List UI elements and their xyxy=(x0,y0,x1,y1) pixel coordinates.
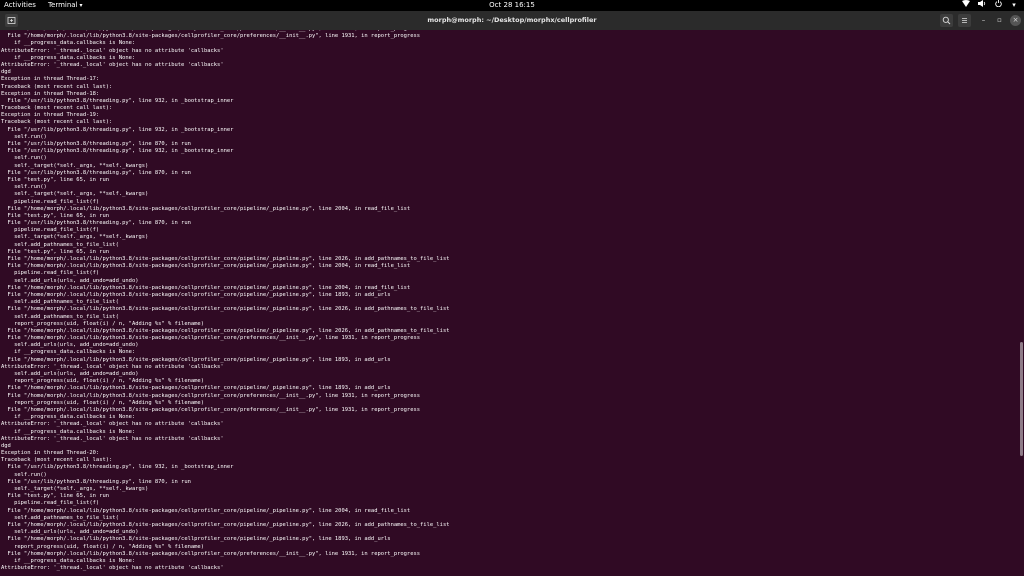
terminal-line: File "test.py", line 65, in run xyxy=(1,493,110,500)
menu-arrow-icon: ▾ xyxy=(1012,1,1016,9)
terminal-line: AttributeError: '_thread._local' object … xyxy=(1,61,224,68)
terminal-line: File "/usr/lib/python3.8/threading.py", … xyxy=(1,126,234,133)
top-bar: Activities Terminal ▾ Oct 28 16:15 ▾ xyxy=(0,0,1024,11)
terminal-line: File "/home/morph/.local/lib/python3.8/s… xyxy=(1,306,450,313)
system-tray[interactable]: ▾ xyxy=(962,0,1018,11)
terminal-line: File "/home/morph/.local/lib/python3.8/s… xyxy=(1,392,421,399)
terminal-line: if __progress_data.callbacks is None: xyxy=(1,349,136,356)
terminal-line: pipeline.read_file_list(f) xyxy=(1,198,100,205)
maximize-button[interactable]: ▫ xyxy=(994,15,1005,26)
terminal-line: dgd xyxy=(1,442,11,449)
terminal-line: self.add_pathnames_to_file_list( xyxy=(1,514,119,521)
terminal-line: report_progress(uid, float(i) / n, "Addi… xyxy=(1,543,204,550)
terminal-line: File "test.py", line 65, in run xyxy=(1,248,110,255)
terminal-output[interactable]: File "/home/morph/.local/lib/python3.8/s… xyxy=(0,30,1019,576)
terminal-line: File "/usr/lib/python3.8/threading.py", … xyxy=(1,464,234,471)
terminal-line: self.run() xyxy=(1,184,47,191)
terminal-line: Exception in thread Thread-18: xyxy=(1,90,100,97)
terminal-line: report_progress(uid, float(i) / n, "Addi… xyxy=(1,378,204,385)
clock[interactable]: Oct 28 16:15 xyxy=(489,1,535,9)
terminal-line: File "/home/morph/.local/lib/python3.8/s… xyxy=(1,507,411,514)
power-icon xyxy=(994,0,1002,11)
terminal-line: self._target(*self._args, **self._kwargs… xyxy=(1,162,149,169)
volume-icon xyxy=(978,0,986,11)
terminal-line: Exception in thread Thread-19: xyxy=(1,112,100,119)
terminal-line: File "/usr/lib/python3.8/threading.py", … xyxy=(1,169,191,176)
maximize-icon: ▫ xyxy=(997,16,1002,24)
search-button[interactable] xyxy=(940,14,953,27)
terminal-line: File "test.py", line 65, in run xyxy=(1,176,110,183)
menu-button[interactable] xyxy=(958,14,971,27)
terminal-line: self.run() xyxy=(1,471,47,478)
terminal-line: Traceback (most recent call last): xyxy=(1,119,113,126)
terminal-line: self.add_pathnames_to_file_list( xyxy=(1,241,119,248)
terminal-line: File "/home/morph/.local/lib/python3.8/s… xyxy=(1,550,421,557)
terminal-line: pipeline.read_file_list(f) xyxy=(1,227,100,234)
search-icon xyxy=(942,16,951,25)
terminal-line: report_progress(uid, float(i) / n, "Addi… xyxy=(1,399,204,406)
terminal-line: File "/usr/lib/python3.8/threading.py", … xyxy=(1,148,234,155)
window-title: morph@morph: ~/Desktop/morphx/cellprofil… xyxy=(427,16,597,24)
scrollbar[interactable] xyxy=(1019,30,1024,576)
terminal-line: File "/home/morph/.local/lib/python3.8/s… xyxy=(1,291,391,298)
terminal-line: File "/home/morph/.local/lib/python3.8/s… xyxy=(1,327,450,334)
terminal-line: File "/home/morph/.local/lib/python3.8/s… xyxy=(1,385,391,392)
terminal-line: self.add_urls(urls, add_undo=add_undo) xyxy=(1,342,139,349)
terminal-line: File "/usr/lib/python3.8/threading.py", … xyxy=(1,220,191,227)
terminal-line: self.add_urls(urls, add_undo=add_undo) xyxy=(1,371,139,377)
terminal-line: if __progress_data.callbacks is None: xyxy=(1,428,136,435)
terminal-line: self._target(*self._args, **self._kwargs… xyxy=(1,234,149,241)
minimize-button[interactable]: – xyxy=(978,15,989,26)
hamburger-menu-icon xyxy=(962,18,967,23)
network-icon xyxy=(962,0,970,11)
terminal-line: AttributeError: '_thread._local' object … xyxy=(1,565,224,572)
terminal-line: self.run() xyxy=(1,155,47,162)
terminal-line: if __progress_data.callbacks is None: xyxy=(1,557,136,564)
terminal-line: pipeline.read_file_list(f) xyxy=(1,500,100,507)
terminal-line: pipeline.read_file_list(f) xyxy=(1,270,100,277)
terminal-line: File "/home/morph/.local/lib/python3.8/s… xyxy=(1,263,411,270)
terminal-line: self.add_urls(urls, add_undo=add_undo) xyxy=(1,529,139,536)
terminal-line: if __progress_data.callbacks is None: xyxy=(1,40,136,47)
terminal-line: self._target(*self._args, **self._kwargs… xyxy=(1,191,149,198)
terminal-line: Traceback (most recent call last): xyxy=(1,83,113,90)
terminal-line: File "/usr/lib/python3.8/threading.py", … xyxy=(1,141,191,147)
terminal-line: dgd xyxy=(1,69,11,76)
terminal-line: File "/home/morph/.local/lib/python3.8/s… xyxy=(1,521,450,528)
terminal-line: self._target(*self._args, **self._kwargs… xyxy=(1,486,149,492)
terminal-line: Traceback (most recent call last): xyxy=(1,105,113,112)
terminal-line: AttributeError: '_thread._local' object … xyxy=(1,435,224,442)
terminal-line: File "/home/morph/.local/lib/python3.8/s… xyxy=(1,284,411,291)
close-button[interactable]: × xyxy=(1010,15,1021,26)
terminal-line: Exception in thread Thread-20: xyxy=(1,450,100,457)
terminal-line: AttributeError: '_thread._local' object … xyxy=(1,363,224,370)
close-icon: × xyxy=(1012,16,1019,24)
terminal-line: self.add_urls(urls, add_undo=add_undo) xyxy=(1,277,139,284)
terminal-line: if __progress_data.callbacks is None: xyxy=(1,54,136,61)
terminal-line: File "/home/morph/.local/lib/python3.8/s… xyxy=(1,205,411,212)
terminal-line: File "/home/morph/.local/lib/python3.8/s… xyxy=(1,406,421,413)
terminal-line: File "/home/morph/.local/lib/python3.8/s… xyxy=(1,335,421,342)
terminal-line: File "/home/morph/.local/lib/python3.8/s… xyxy=(1,536,391,543)
minimize-icon: – xyxy=(981,16,986,24)
terminal-line: File "/home/morph/.local/lib/python3.8/s… xyxy=(1,33,421,40)
terminal-line: File "test.py", line 65, in run xyxy=(1,212,110,219)
terminal-line: AttributeError: '_thread._local' object … xyxy=(1,47,224,54)
terminal-line: report_progress(uid, float(i) / n, "Addi… xyxy=(1,320,204,327)
terminal-line: File "/usr/lib/python3.8/threading.py", … xyxy=(1,97,234,104)
terminal-line: self.add_pathnames_to_file_list( xyxy=(1,313,119,320)
terminal-line: File "/home/morph/.local/lib/python3.8/s… xyxy=(1,256,450,262)
terminal-line: File "/home/morph/.local/lib/python3.8/s… xyxy=(1,356,391,363)
terminal-line: Exception in thread Thread-17: xyxy=(1,76,100,83)
terminal-line: File "/usr/lib/python3.8/threading.py", … xyxy=(1,478,191,485)
terminal-line: Traceback (most recent call last): xyxy=(1,457,113,464)
scrollbar-thumb[interactable] xyxy=(1020,342,1023,456)
window-titlebar[interactable]: morph@morph: ~/Desktop/morphx/cellprofil… xyxy=(0,11,1024,30)
terminal-text: File "/home/morph/.local/lib/python3.8/s… xyxy=(0,30,1019,572)
terminal-line: self.add_pathnames_to_file_list( xyxy=(1,299,119,306)
terminal-line: self.run() xyxy=(1,133,47,140)
terminal-line: if __progress_data.callbacks is None: xyxy=(1,414,136,421)
terminal-line: AttributeError: '_thread._local' object … xyxy=(1,421,224,428)
